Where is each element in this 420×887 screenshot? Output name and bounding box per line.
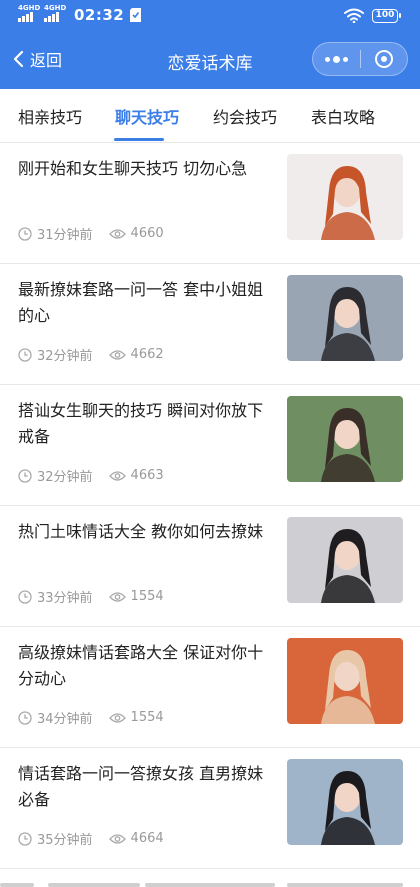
close-mini-program-button[interactable] <box>361 43 407 75</box>
article-views: 1554 <box>130 710 164 725</box>
clock-icon <box>18 589 32 604</box>
close-target-icon <box>374 50 393 68</box>
article-views: 4663 <box>130 468 164 483</box>
article-thumbnail <box>287 275 403 361</box>
network-type-1: 4GHD <box>18 4 41 12</box>
article-title: 最新撩妹套路一问一答 套中小姐姐的心 <box>18 280 264 325</box>
article-views: 1554 <box>130 589 164 604</box>
status-right: 100 <box>344 8 401 23</box>
category-tabs: 相亲技巧 聊天技巧 约会技巧 表白攻略 <box>0 89 420 143</box>
article-views: 4660 <box>130 226 164 241</box>
article-meta: 32分钟前 4663 <box>18 466 164 485</box>
tab-blind-date[interactable]: 相亲技巧 <box>18 104 82 128</box>
article-thumbnail <box>287 154 403 240</box>
clock-icon <box>18 831 32 846</box>
article-thumbnail <box>287 759 403 845</box>
article-time: 35分钟前 <box>37 833 93 848</box>
clock-icon <box>18 226 32 241</box>
article-views: 4662 <box>130 347 164 362</box>
status-left: 4GHD 4GHD 02:32 <box>18 4 142 24</box>
next-item-peek <box>0 869 420 887</box>
status-time: 02:32 <box>74 6 125 24</box>
article-thumbnail <box>287 517 403 603</box>
portrait-photo-icon <box>287 396 403 482</box>
article-item[interactable]: 高级撩妹情话套路大全 保证对你十分动心 34分钟前 1554 <box>0 627 420 748</box>
article-title: 搭讪女生聊天的技巧 瞬间对你放下戒备 <box>18 401 264 446</box>
signal-icon: 4GHD <box>44 4 66 22</box>
tab-dating[interactable]: 约会技巧 <box>213 104 277 128</box>
article-item[interactable]: 搭讪女生聊天的技巧 瞬间对你放下戒备 32分钟前 4663 <box>0 385 420 506</box>
article-list: 刚开始和女生聊天技巧 切勿心急 31分钟前 4660 最新撩妹套路一问一答 套中小姐姐… <box>0 143 420 869</box>
eye-icon <box>108 470 126 481</box>
article-item[interactable]: 最新撩妹套路一问一答 套中小姐姐的心 32分钟前 4662 <box>0 264 420 385</box>
portrait-photo-icon <box>287 759 403 845</box>
battery-icon: 100 <box>372 8 401 23</box>
wifi-icon <box>344 8 364 23</box>
more-menu-button[interactable] <box>313 43 360 75</box>
eye-icon <box>108 833 126 844</box>
sim-card-icon <box>130 8 142 22</box>
article-thumbnail <box>287 396 403 482</box>
eye-icon <box>108 349 126 360</box>
article-time: 32分钟前 <box>37 470 93 485</box>
eye-icon <box>108 712 126 723</box>
portrait-photo-icon <box>287 275 403 361</box>
clock-icon <box>18 710 32 725</box>
clock-icon <box>18 347 32 362</box>
article-meta: 32分钟前 4662 <box>18 345 164 364</box>
article-meta: 33分钟前 1554 <box>18 587 164 606</box>
article-meta: 34分钟前 1554 <box>18 708 164 727</box>
tab-confession[interactable]: 表白攻略 <box>311 104 375 128</box>
network-type-2: 4GHD <box>44 4 67 12</box>
article-views: 4664 <box>130 831 164 846</box>
tab-chat-skills[interactable]: 聊天技巧 <box>115 104 179 128</box>
portrait-photo-icon <box>287 517 403 603</box>
article-item[interactable]: 热门土味情话大全 教你如何去撩妹 33分钟前 1554 <box>0 506 420 627</box>
article-item[interactable]: 刚开始和女生聊天技巧 切勿心急 31分钟前 4660 <box>0 143 420 264</box>
article-meta: 35分钟前 4664 <box>18 829 164 848</box>
article-title: 刚开始和女生聊天技巧 切勿心急 <box>18 159 248 178</box>
article-time: 34分钟前 <box>37 712 93 727</box>
battery-level: 100 <box>375 9 395 20</box>
article-time: 33分钟前 <box>37 591 93 606</box>
nav-bar: 返回 恋爱话术库 <box>0 38 420 82</box>
signal-icon: 4GHD <box>18 4 40 22</box>
portrait-photo-icon <box>287 638 403 724</box>
eye-icon <box>108 591 126 602</box>
clock-icon <box>18 468 32 483</box>
article-meta: 31分钟前 4660 <box>18 224 164 243</box>
portrait-photo-icon <box>287 154 403 240</box>
status-bar: 4GHD 4GHD 02:32 100 <box>0 0 420 32</box>
article-time: 32分钟前 <box>37 349 93 364</box>
eye-icon <box>108 228 126 239</box>
active-tab-indicator <box>114 138 164 141</box>
article-title: 高级撩妹情话套路大全 保证对你十分动心 <box>18 643 264 688</box>
top-bar: 4GHD 4GHD 02:32 100 返回 恋爱话术库 <box>0 0 420 89</box>
article-title: 热门土味情话大全 教你如何去撩妹 <box>18 522 264 541</box>
article-time: 31分钟前 <box>37 228 93 243</box>
article-thumbnail <box>287 638 403 724</box>
article-item[interactable]: 情话套路一问一答撩女孩 直男撩妹必备 35分钟前 4664 <box>0 748 420 869</box>
mini-program-capsule <box>312 42 408 76</box>
article-title: 情话套路一问一答撩女孩 直男撩妹必备 <box>18 764 264 809</box>
